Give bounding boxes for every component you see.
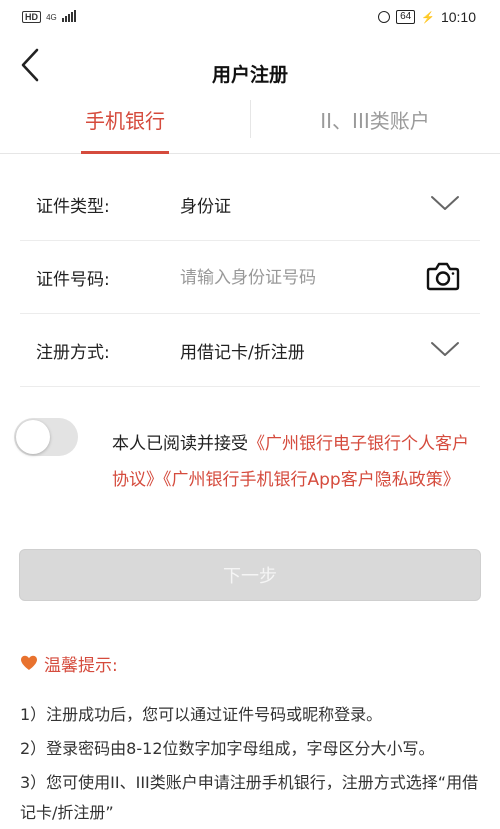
heart-icon xyxy=(21,655,37,670)
id-type-label: 证件类型: xyxy=(36,196,110,217)
register-method-label: 注册方式: xyxy=(36,342,110,363)
chevron-down-icon[interactable] xyxy=(430,194,460,212)
battery-indicator: 64 xyxy=(396,10,416,24)
status-bar: HD 4G 64 ⚡ 10:10 xyxy=(0,0,500,36)
tab-label: 手机银行 xyxy=(85,109,165,133)
id-type-value: 身份证 xyxy=(180,196,231,217)
charging-icon: ⚡ xyxy=(421,11,435,24)
tab-bar: 手机银行 II、III类账户 xyxy=(0,86,500,154)
tab-active-indicator xyxy=(81,151,169,154)
toggle-knob xyxy=(16,420,50,454)
agreement-section: 本人已阅读并接受《广州银行电子银行个人客户协议》《广州银行手机银行App客户隐私… xyxy=(0,404,500,534)
status-time: 10:10 xyxy=(440,9,476,25)
tips-section: 温馨提示: 1）注册成功后，您可以通过证件号码或昵称登录。 2）登录密码由8-1… xyxy=(20,650,490,828)
tip-item: 1）注册成功后，您可以通过证件号码或昵称登录。 xyxy=(20,705,383,724)
alarm-icon xyxy=(378,11,391,23)
tips-title: 温馨提示: xyxy=(44,655,118,676)
register-method-value: 用借记卡/折注册 xyxy=(180,342,305,363)
id-number-input[interactable] xyxy=(180,263,410,293)
nav-bar: 用户注册 xyxy=(0,36,500,86)
camera-icon[interactable] xyxy=(426,261,460,291)
chevron-down-icon[interactable] xyxy=(430,340,460,358)
page-title: 用户注册 xyxy=(211,64,288,86)
tab-label: II、III类账户 xyxy=(320,109,430,133)
tip-item: 2）登录密码由8-12位数字加字母组成，字母区分大小写。 xyxy=(20,739,435,758)
agreement-text: 本人已阅读并接受《广州银行电子银行个人客户协议》《广州银行手机银行App客户隐私… xyxy=(112,426,472,498)
id-type-row[interactable]: 证件类型: 身份证 xyxy=(20,168,480,241)
agreement-toggle[interactable] xyxy=(14,418,78,456)
tip-item: 3）您可使用II、III类账户申请注册手机银行，注册方式选择“用借记卡/折注册” xyxy=(20,773,479,822)
next-step-button[interactable]: 下一步 xyxy=(19,549,481,601)
tab-class-accounts[interactable]: II、III类账户 xyxy=(250,86,500,153)
agreement-prefix: 本人已阅读并接受 xyxy=(112,434,248,454)
id-number-label: 证件号码: xyxy=(36,269,110,290)
network-indicator: 4G xyxy=(46,13,57,22)
tips-header: 温馨提示: xyxy=(20,650,490,676)
privacy-policy-link[interactable]: 《广州银行手机银行App客户隐私政策》 xyxy=(163,470,460,490)
tab-mobile-banking[interactable]: 手机银行 xyxy=(0,86,250,153)
id-number-row: 证件号码: xyxy=(20,241,480,314)
signal-icon xyxy=(61,10,76,22)
status-left: HD 4G xyxy=(22,10,76,23)
status-right: 64 ⚡ 10:10 xyxy=(378,9,476,25)
hd-badge: HD xyxy=(22,11,41,23)
register-method-row[interactable]: 注册方式: 用借记卡/折注册 xyxy=(20,314,480,387)
